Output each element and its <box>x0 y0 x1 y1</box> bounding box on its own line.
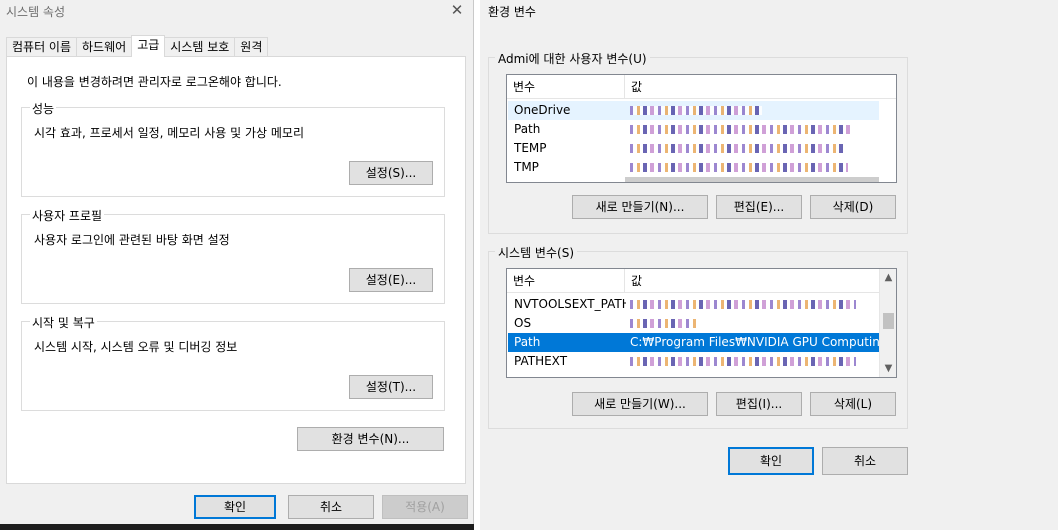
cancel-button[interactable]: 취소 <box>288 495 374 519</box>
chevron-up-icon[interactable]: ▲ <box>880 269 896 286</box>
list-header: 변수 값 <box>507 75 896 99</box>
system-edit-button[interactable]: 편집(I)... <box>716 392 802 416</box>
masked-value <box>630 357 856 366</box>
tab-hardware[interactable]: 하드웨어 <box>76 37 133 57</box>
system-properties-window: 시스템 속성 ✕ 컴퓨터 이름 하드웨어 고급 시스템 보호 원격 이 내용을 … <box>0 0 474 524</box>
startup-recovery-group: 시작 및 복구 시스템 시작, 시스템 오류 및 디버깅 정보 설정(T)... <box>21 314 445 411</box>
masked-value <box>630 144 844 153</box>
admin-note: 이 내용을 변경하려면 관리자로 로그온해야 합니다. <box>27 75 282 89</box>
tab-bar: 컴퓨터 이름 하드웨어 고급 시스템 보호 원격 <box>6 35 269 57</box>
system-variables-list[interactable]: 변수 값 NVTOOLSEXT_PATH OS Path C:₩Program … <box>506 268 897 378</box>
tab-computer-name[interactable]: 컴퓨터 이름 <box>6 37 78 57</box>
system-variables-group: 시스템 변수(S) 변수 값 NVTOOLSEXT_PATH OS Path C… <box>488 244 908 429</box>
tab-system-protection[interactable]: 시스템 보호 <box>164 37 236 57</box>
system-variables-legend: 시스템 변수(S) <box>495 244 577 261</box>
window-title: 환경 변수 <box>488 5 536 19</box>
tab-advanced[interactable]: 고급 <box>131 35 166 57</box>
system-delete-button[interactable]: 삭제(L) <box>810 392 896 416</box>
user-variables-group: Admi에 대한 사용자 변수(U) 변수 값 OneDrive Path TE… <box>488 50 908 234</box>
vertical-scrollbar[interactable]: ▲ ▼ <box>879 269 896 377</box>
list-item[interactable]: OneDrive <box>508 101 879 120</box>
column-header-variable[interactable]: 변수 <box>507 75 625 99</box>
user-profile-desc: 사용자 로그인에 관련된 바탕 화면 설정 <box>34 233 230 247</box>
list-item[interactable]: OS <box>508 314 879 333</box>
column-header-value[interactable]: 값 <box>625 75 642 99</box>
user-profile-legend: 사용자 프로필 <box>30 207 105 224</box>
performance-settings-button[interactable]: 설정(S)... <box>349 161 433 185</box>
user-profile-group: 사용자 프로필 사용자 로그인에 관련된 바탕 화면 설정 설정(E)... <box>21 207 445 304</box>
list-item[interactable]: TEMP <box>508 139 879 158</box>
env-ok-button[interactable]: 확인 <box>728 447 814 475</box>
masked-value <box>630 300 856 309</box>
environment-variables-button[interactable]: 환경 변수(N)... <box>297 427 444 451</box>
user-variables-list[interactable]: 변수 값 OneDrive Path TEMP TMP <box>506 74 897 183</box>
window-title: 시스템 속성 <box>6 5 66 19</box>
column-header-variable[interactable]: 변수 <box>507 269 625 293</box>
close-icon[interactable]: ✕ <box>449 2 465 18</box>
list-item[interactable]: Path <box>508 120 879 139</box>
list-item-selected[interactable]: Path C:₩Program Files₩NVIDIA GPU Computi… <box>508 333 880 352</box>
performance-legend: 성능 <box>30 100 57 117</box>
apply-button: 적용(A) <box>382 495 468 519</box>
user-edit-button[interactable]: 편집(E)... <box>716 195 802 219</box>
ok-button[interactable]: 확인 <box>194 495 276 519</box>
performance-group: 성능 시각 효과, 프로세서 일정, 메모리 사용 및 가상 메모리 설정(S)… <box>21 100 445 197</box>
list-item[interactable]: PATHEXT <box>508 352 879 371</box>
masked-value <box>630 319 698 328</box>
user-variables-legend: Admi에 대한 사용자 변수(U) <box>495 50 650 67</box>
masked-value <box>630 106 762 115</box>
list-item[interactable]: NVTOOLSEXT_PATH <box>508 295 879 314</box>
performance-desc: 시각 효과, 프로세서 일정, 메모리 사용 및 가상 메모리 <box>34 126 304 140</box>
list-header: 변수 값 <box>507 269 879 293</box>
env-cancel-button[interactable]: 취소 <box>822 447 908 475</box>
user-profile-settings-button[interactable]: 설정(E)... <box>349 268 433 292</box>
environment-variables-window: 환경 변수 Admi에 대한 사용자 변수(U) 변수 값 OneDrive P… <box>480 0 1058 530</box>
masked-value <box>630 125 852 134</box>
tab-remote[interactable]: 원격 <box>234 37 269 57</box>
masked-value <box>630 163 848 172</box>
startup-recovery-legend: 시작 및 복구 <box>30 314 97 331</box>
list-item[interactable]: TMP <box>508 158 879 177</box>
user-delete-button[interactable]: 삭제(D) <box>810 195 896 219</box>
advanced-tab-panel: 이 내용을 변경하려면 관리자로 로그온해야 합니다. 성능 시각 효과, 프로… <box>6 56 466 484</box>
system-new-button[interactable]: 새로 만들기(W)... <box>572 392 708 416</box>
horizontal-scrollbar[interactable] <box>625 177 879 182</box>
startup-recovery-desc: 시스템 시작, 시스템 오류 및 디버깅 정보 <box>34 340 238 354</box>
column-header-value[interactable]: 값 <box>625 269 642 293</box>
startup-recovery-settings-button[interactable]: 설정(T)... <box>349 375 433 399</box>
user-new-button[interactable]: 새로 만들기(N)... <box>572 195 708 219</box>
scroll-thumb[interactable] <box>883 313 894 329</box>
chevron-down-icon[interactable]: ▼ <box>880 360 896 377</box>
